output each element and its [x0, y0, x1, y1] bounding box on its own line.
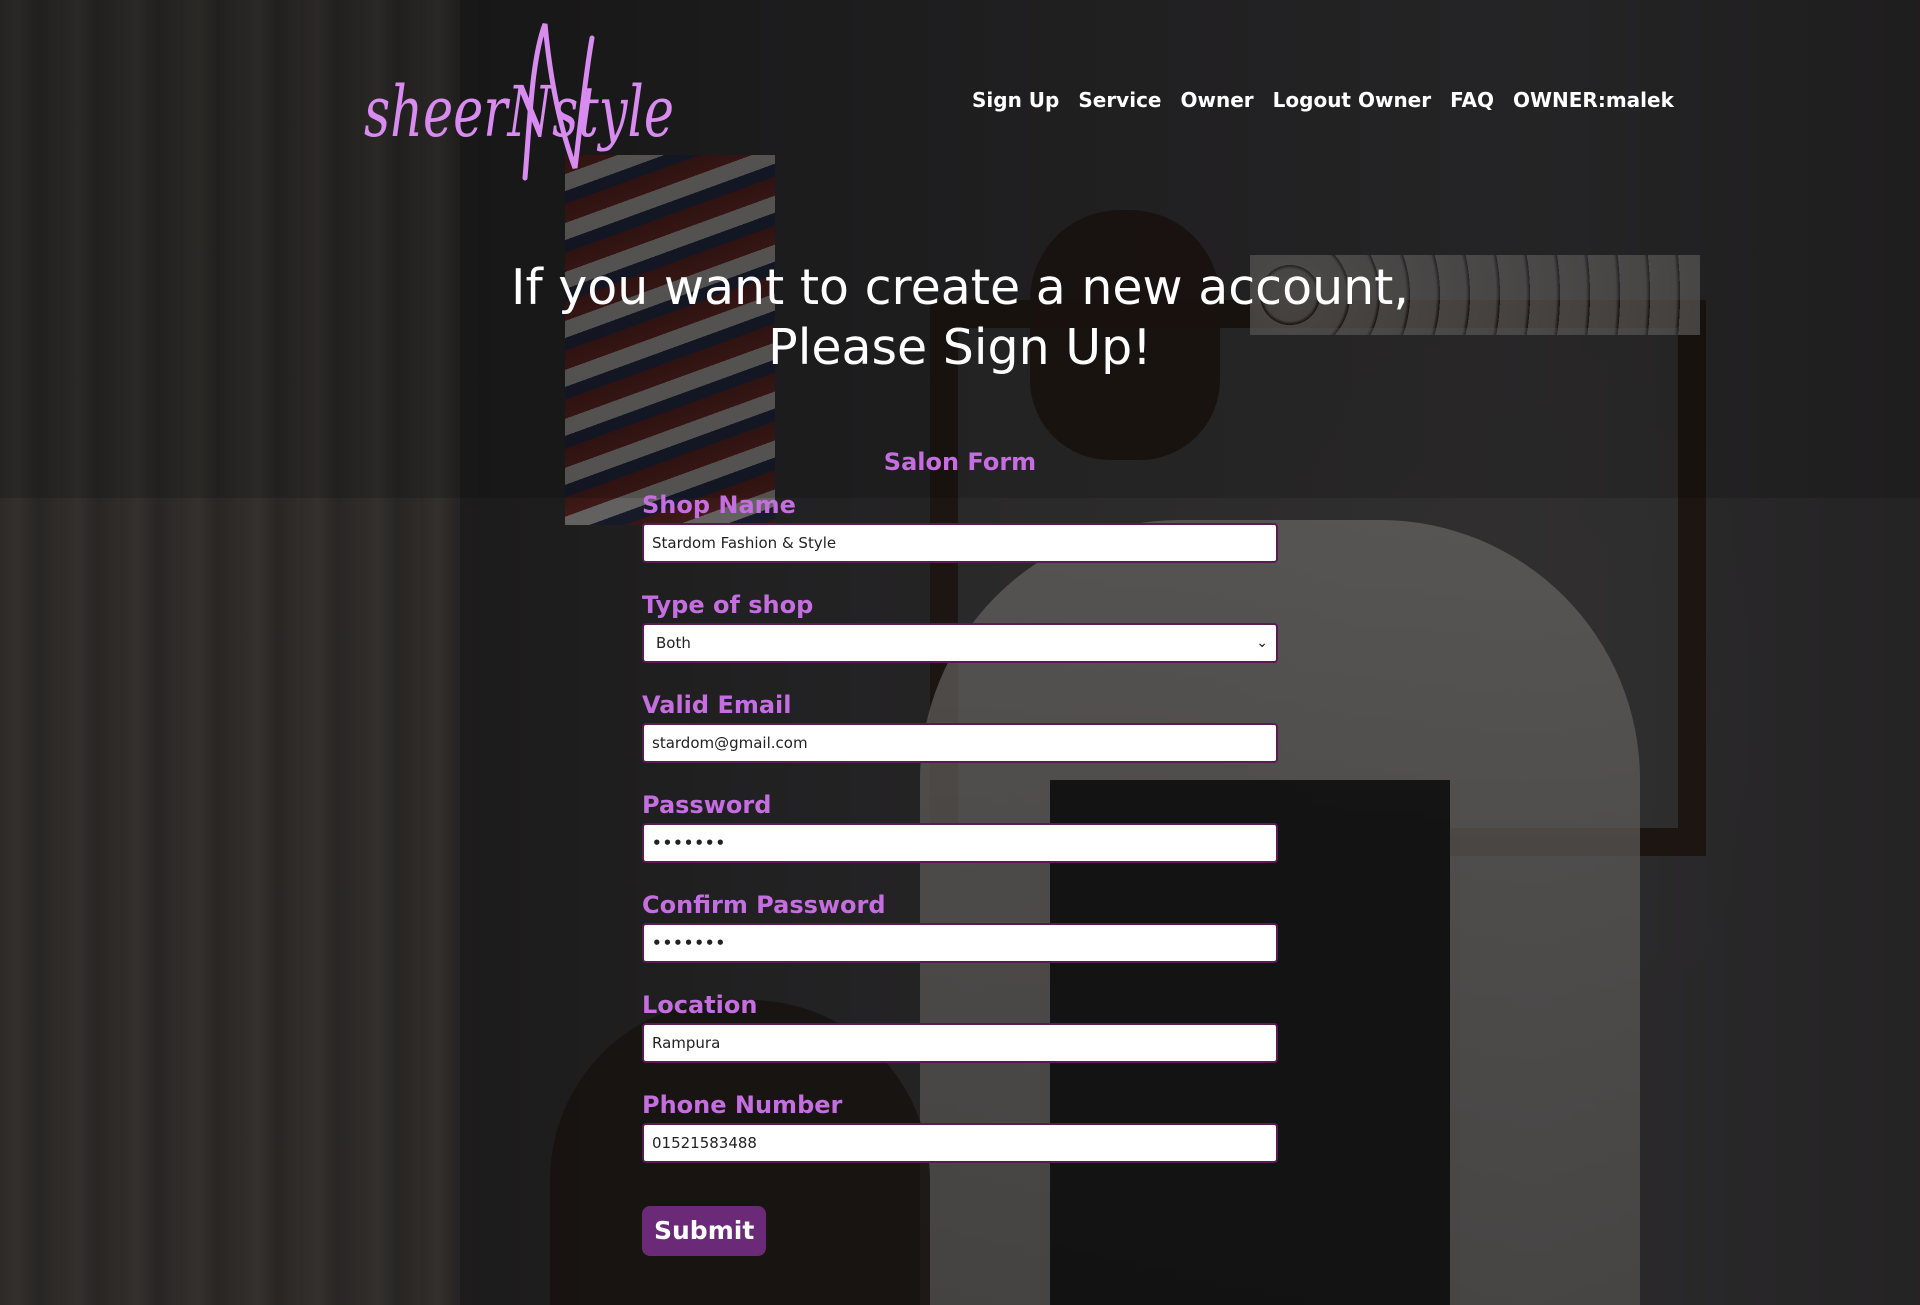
location-field: Location Rampura — [642, 990, 1278, 1063]
phone-input[interactable]: 01521583488 — [642, 1123, 1278, 1163]
nav-owner-account[interactable]: OWNER:malek — [1513, 88, 1674, 112]
shop-type-label: Type of shop — [642, 591, 814, 619]
brand-logo-text: sheerNstyle — [364, 71, 674, 153]
shop-type-field: Type of shop Both ⌄ — [642, 590, 1278, 663]
dark-overlay-top — [0, 0, 1920, 498]
headline-line-1: If you want to create a new account, — [511, 259, 1409, 316]
email-label: Valid Email — [642, 691, 792, 719]
phone-label: Phone Number — [642, 1091, 843, 1119]
main-nav: Sign Up Service Owner Logout Owner FAQ O… — [972, 88, 1674, 112]
confirm-password-label: Confirm Password — [642, 891, 886, 919]
location-label: Location — [642, 991, 758, 1019]
nav-sign-up[interactable]: Sign Up — [972, 88, 1059, 112]
nav-service[interactable]: Service — [1078, 88, 1161, 112]
confirm-password-input[interactable]: ••••••• — [642, 923, 1278, 963]
brand-logo[interactable]: sheerNstyle — [360, 18, 690, 193]
confirm-password-field: Confirm Password ••••••• — [642, 890, 1278, 963]
nav-owner[interactable]: Owner — [1181, 88, 1254, 112]
location-input[interactable]: Rampura — [642, 1023, 1278, 1063]
nav-logout-owner[interactable]: Logout Owner — [1273, 88, 1431, 112]
form-title: Salon Form — [883, 448, 1037, 476]
password-input[interactable]: ••••••• — [642, 823, 1278, 863]
shop-name-field: Shop Name Stardom Fashion & Style — [642, 490, 1278, 563]
password-field: Password ••••••• — [642, 790, 1278, 863]
brand-logo-image: sheerNstyle — [364, 23, 674, 181]
password-label: Password — [642, 791, 772, 819]
headline-line-2: Please Sign Up! — [768, 319, 1152, 376]
page-headline: If you want to create a new account, Ple… — [0, 258, 1920, 378]
shop-type-value: Both — [656, 634, 691, 652]
chevron-down-icon: ⌄ — [1256, 635, 1268, 651]
shop-name-input[interactable]: Stardom Fashion & Style — [642, 523, 1278, 563]
email-input[interactable]: stardom@gmail.com — [642, 723, 1278, 763]
salon-form: Shop Name Stardom Fashion & Style Type o… — [642, 490, 1278, 1190]
submit-button[interactable]: Submit — [642, 1206, 767, 1256]
phone-field: Phone Number 01521583488 — [642, 1090, 1278, 1163]
shop-type-select[interactable]: Both ⌄ — [642, 623, 1278, 663]
shop-name-label: Shop Name — [642, 491, 796, 519]
nav-faq[interactable]: FAQ — [1450, 88, 1494, 112]
email-field: Valid Email stardom@gmail.com — [642, 690, 1278, 763]
